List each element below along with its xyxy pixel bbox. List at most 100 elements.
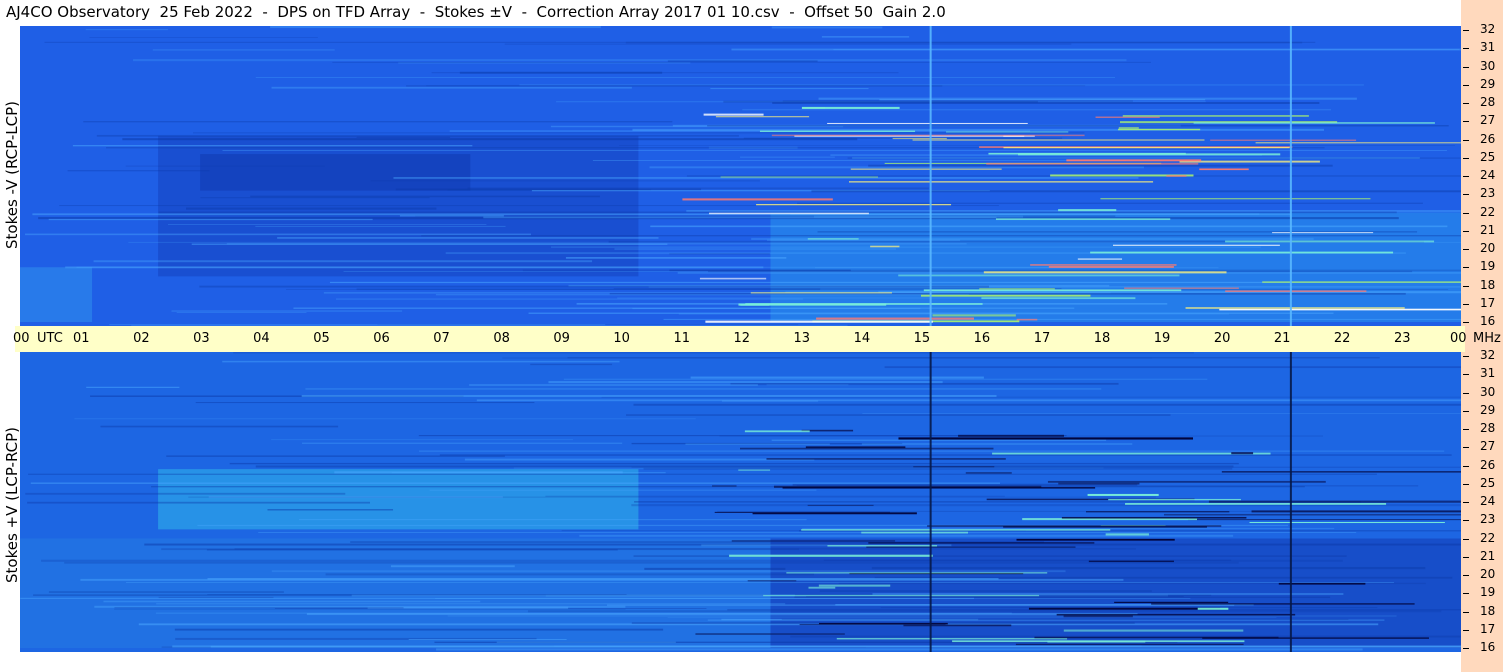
interference-line: [1063, 615, 1133, 618]
interference-line: [1231, 452, 1254, 455]
interference-line: [805, 446, 906, 449]
striation: [195, 402, 535, 404]
striation: [30, 482, 1001, 485]
striation: [171, 310, 403, 312]
interference-line: [958, 434, 1065, 437]
interference-line: [988, 152, 1186, 155]
y-tick-label-top: 19: [1480, 259, 1496, 274]
striation: [633, 403, 1461, 406]
striation: [74, 418, 696, 420]
interference-line: [1197, 607, 1229, 610]
vertical-artifact-line: [929, 352, 932, 652]
panel-label-top: Stokes -V (RCP-LCP): [3, 101, 21, 249]
interference-line: [981, 297, 1136, 300]
striation: [298, 519, 807, 521]
striation: [436, 648, 1363, 651]
striation: [356, 136, 451, 138]
striation: [476, 399, 1461, 402]
striation: [271, 86, 632, 89]
x-tick-label: 14: [853, 331, 871, 346]
y-tick-mark: [1463, 249, 1469, 250]
striation: [305, 388, 1102, 390]
striation: [133, 59, 1127, 62]
interference-line: [750, 292, 892, 294]
striation: [469, 384, 758, 386]
x-tick-label: 06: [373, 331, 390, 346]
interference-line: [712, 485, 737, 487]
interference-line: [1251, 510, 1461, 513]
interference-line: [1066, 159, 1202, 162]
interference-line: [738, 303, 887, 306]
interference-line: [979, 288, 1055, 290]
striation: [255, 77, 1116, 78]
y-tick-mark: [1463, 176, 1469, 177]
striation: [103, 600, 481, 603]
interference-line: [913, 466, 995, 468]
striation: [567, 357, 1380, 359]
interference-line: [807, 238, 859, 240]
striation: [271, 570, 1066, 573]
striation: [530, 363, 613, 366]
striation: [519, 84, 1364, 86]
striation: [399, 215, 504, 217]
y-tick-label-bottom: 28: [1480, 421, 1496, 435]
striation: [152, 49, 335, 51]
interference-line: [850, 168, 1002, 170]
striation: [267, 509, 394, 511]
striation: [72, 145, 473, 147]
x-tick-label: 05: [313, 331, 330, 346]
striation: [619, 145, 1455, 146]
y-tick-label-top: 26: [1480, 131, 1496, 146]
x-tick-label: 00: [13, 331, 30, 346]
interference-line: [808, 586, 836, 589]
spectrogram-panel-top: [20, 26, 1461, 326]
striation: [821, 36, 910, 38]
striation: [592, 160, 1126, 161]
striation: [332, 61, 1152, 63]
y-tick-mark: [1463, 556, 1469, 558]
striation: [483, 216, 997, 219]
striation: [390, 565, 515, 568]
striation: [740, 156, 835, 158]
striation: [335, 298, 804, 300]
interference-line: [1125, 502, 1387, 505]
interference-line: [912, 139, 1205, 141]
y-tick-label-bottom: 18: [1480, 603, 1496, 618]
striation: [496, 641, 676, 643]
x-tick-label: 10: [613, 331, 630, 346]
interference-line: [738, 469, 771, 471]
y-tick-mark: [1463, 285, 1469, 287]
interference-line: [898, 274, 1180, 277]
striation: [833, 49, 1460, 51]
striation: [114, 607, 404, 609]
interference-line: [1030, 264, 1177, 266]
interference-line: [782, 487, 1096, 489]
interference-line: [705, 320, 933, 323]
striation: [766, 384, 849, 386]
striation: [270, 26, 601, 29]
interference-line: [744, 430, 810, 433]
striation: [545, 495, 1005, 497]
striation: [429, 489, 817, 491]
striation: [44, 41, 1316, 43]
striation: [207, 594, 627, 595]
y-tick-label-bottom: 20: [1480, 567, 1496, 581]
interference-line: [1100, 198, 1371, 200]
y-tick-label-top: 25: [1480, 149, 1496, 164]
interference-line: [1255, 142, 1461, 144]
y-tick-label-bottom: 23: [1480, 512, 1496, 527]
striation: [174, 628, 664, 631]
dark-core: [200, 154, 471, 191]
striation: [391, 472, 666, 474]
x-tick-label: 03: [193, 331, 210, 346]
y-tick-label-top: 16: [1480, 314, 1496, 328]
y-tick-mark: [1463, 157, 1469, 159]
interference-line: [1003, 147, 1290, 149]
y-tick-label-top: 23: [1480, 186, 1496, 201]
x-tick-label: 15: [913, 331, 931, 346]
striation: [435, 294, 969, 296]
striation: [447, 615, 1397, 617]
interference-line: [1225, 240, 1435, 243]
striation: [168, 224, 487, 226]
striation: [862, 412, 1461, 414]
